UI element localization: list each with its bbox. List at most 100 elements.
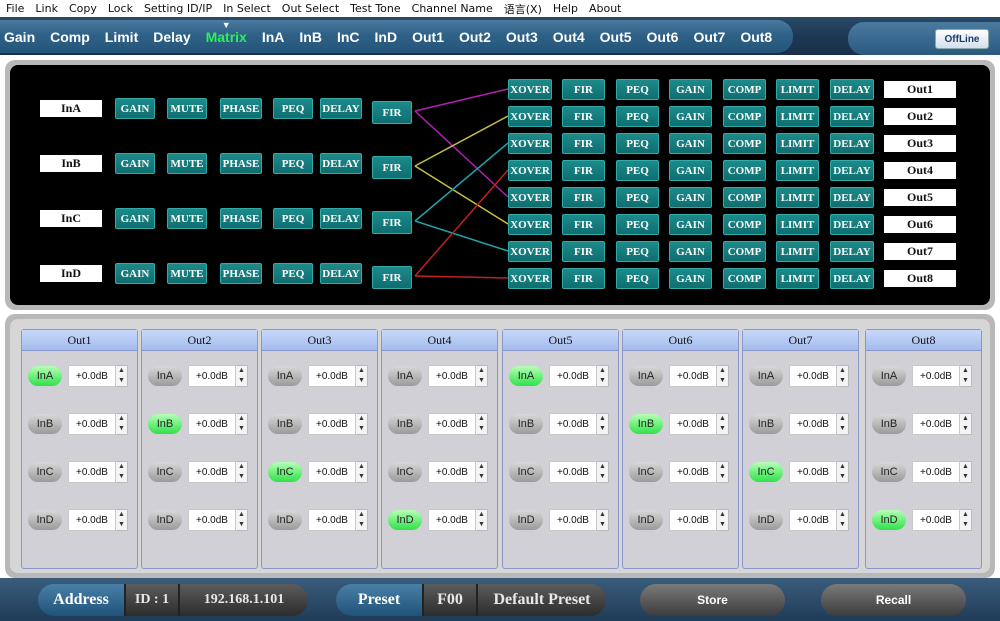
- output-out1-gain-block[interactable]: GAIN: [669, 79, 712, 100]
- route-toggle-ina[interactable]: InA: [872, 366, 906, 386]
- route-toggle-inc[interactable]: InC: [872, 462, 906, 482]
- gain-field[interactable]: +0.0dB: [68, 413, 116, 435]
- gain-field[interactable]: +0.0dB: [428, 365, 476, 387]
- gain-field[interactable]: +0.0dB: [308, 413, 356, 435]
- spinner-up-icon[interactable]: ▲: [960, 510, 971, 520]
- spinner-down-icon[interactable]: ▼: [476, 376, 487, 386]
- spinner-up-icon[interactable]: ▲: [960, 414, 971, 424]
- tab-limit[interactable]: Limit: [105, 29, 138, 45]
- gain-spinner[interactable]: ▲ ▼: [837, 461, 849, 483]
- gain-field[interactable]: +0.0dB: [428, 509, 476, 531]
- spinner-down-icon[interactable]: ▼: [356, 376, 367, 386]
- spinner-up-icon[interactable]: ▲: [597, 510, 608, 520]
- output-out1-xover-block[interactable]: XOVER: [508, 79, 552, 100]
- gain-spinner[interactable]: ▲ ▼: [960, 461, 972, 483]
- tab-inb[interactable]: InB: [299, 29, 322, 45]
- gain-spinner[interactable]: ▲ ▼: [236, 509, 248, 531]
- spinner-up-icon[interactable]: ▲: [837, 414, 848, 424]
- output-out5-gain-block[interactable]: GAIN: [669, 187, 712, 208]
- input-ina-phase-block[interactable]: PHASE: [220, 98, 262, 119]
- route-toggle-inc[interactable]: InC: [268, 462, 302, 482]
- menu-item-lock[interactable]: Lock: [102, 2, 138, 15]
- spinner-down-icon[interactable]: ▼: [597, 424, 608, 434]
- gain-spinner[interactable]: ▲ ▼: [116, 461, 128, 483]
- gain-spinner[interactable]: ▲ ▼: [597, 413, 609, 435]
- input-ina-fir-block[interactable]: FIR: [372, 101, 412, 124]
- output-out1-limit-block[interactable]: LIMIT: [776, 79, 819, 100]
- output-out8-comp-block[interactable]: COMP: [723, 268, 766, 289]
- spinner-down-icon[interactable]: ▼: [116, 520, 127, 530]
- route-toggle-ind[interactable]: InD: [268, 510, 302, 530]
- tab-ind[interactable]: InD: [375, 29, 398, 45]
- tab-out3[interactable]: Out3: [506, 29, 538, 45]
- output-out6-fir-block[interactable]: FIR: [562, 214, 605, 235]
- gain-spinner[interactable]: ▲ ▼: [236, 413, 248, 435]
- input-inb-delay-block[interactable]: DELAY: [320, 153, 362, 174]
- spinner-up-icon[interactable]: ▲: [116, 510, 127, 520]
- spinner-up-icon[interactable]: ▲: [960, 366, 971, 376]
- input-inb-mute-block[interactable]: MUTE: [167, 153, 207, 174]
- output-out2-comp-block[interactable]: COMP: [723, 106, 766, 127]
- output-out7-peq-block[interactable]: PEQ: [616, 241, 659, 262]
- tab-out5[interactable]: Out5: [600, 29, 632, 45]
- spinner-up-icon[interactable]: ▲: [837, 462, 848, 472]
- output-out8-fir-block[interactable]: FIR: [562, 268, 605, 289]
- input-ind-fir-block[interactable]: FIR: [372, 266, 412, 289]
- spinner-down-icon[interactable]: ▼: [717, 520, 728, 530]
- spinner-down-icon[interactable]: ▼: [476, 520, 487, 530]
- gain-spinner[interactable]: ▲ ▼: [476, 461, 488, 483]
- gain-field[interactable]: +0.0dB: [789, 365, 837, 387]
- route-toggle-ind[interactable]: InD: [388, 510, 422, 530]
- gain-spinner[interactable]: ▲ ▼: [960, 365, 972, 387]
- route-toggle-inc[interactable]: InC: [28, 462, 62, 482]
- output-out3-comp-block[interactable]: COMP: [723, 133, 766, 154]
- spinner-up-icon[interactable]: ▲: [837, 366, 848, 376]
- input-ina-gain-block[interactable]: GAIN: [115, 98, 155, 119]
- output-out7-delay-block[interactable]: DELAY: [830, 241, 874, 262]
- output-out8-peq-block[interactable]: PEQ: [616, 268, 659, 289]
- gain-spinner[interactable]: ▲ ▼: [356, 509, 368, 531]
- route-toggle-ina[interactable]: InA: [388, 366, 422, 386]
- spinner-up-icon[interactable]: ▲: [717, 366, 728, 376]
- spinner-up-icon[interactable]: ▲: [116, 414, 127, 424]
- output-out3-xover-block[interactable]: XOVER: [508, 133, 552, 154]
- route-toggle-ina[interactable]: InA: [629, 366, 663, 386]
- spinner-up-icon[interactable]: ▲: [476, 462, 487, 472]
- route-toggle-ind[interactable]: InD: [148, 510, 182, 530]
- input-ind-phase-block[interactable]: PHASE: [220, 263, 262, 284]
- gain-field[interactable]: +0.0dB: [669, 461, 717, 483]
- input-ina-delay-block[interactable]: DELAY: [320, 98, 362, 119]
- output-out4-limit-block[interactable]: LIMIT: [776, 160, 819, 181]
- gain-spinner[interactable]: ▲ ▼: [356, 365, 368, 387]
- output-out8-xover-block[interactable]: XOVER: [508, 268, 552, 289]
- input-ind-delay-block[interactable]: DELAY: [320, 263, 362, 284]
- output-out1-comp-block[interactable]: COMP: [723, 79, 766, 100]
- menu-item-channel-name[interactable]: Channel Name: [406, 2, 498, 15]
- output-out1-peq-block[interactable]: PEQ: [616, 79, 659, 100]
- output-out1-fir-block[interactable]: FIR: [562, 79, 605, 100]
- spinner-up-icon[interactable]: ▲: [717, 414, 728, 424]
- spinner-down-icon[interactable]: ▼: [597, 376, 608, 386]
- spinner-up-icon[interactable]: ▲: [236, 462, 247, 472]
- gain-field[interactable]: +0.0dB: [549, 461, 597, 483]
- spinner-up-icon[interactable]: ▲: [236, 414, 247, 424]
- gain-field[interactable]: +0.0dB: [188, 509, 236, 531]
- output-out4-peq-block[interactable]: PEQ: [616, 160, 659, 181]
- gain-field[interactable]: +0.0dB: [912, 509, 960, 531]
- spinner-down-icon[interactable]: ▼: [236, 376, 247, 386]
- input-inc-gain-block[interactable]: GAIN: [115, 208, 155, 229]
- output-out3-limit-block[interactable]: LIMIT: [776, 133, 819, 154]
- gain-field[interactable]: +0.0dB: [912, 365, 960, 387]
- route-toggle-ind[interactable]: InD: [629, 510, 663, 530]
- spinner-up-icon[interactable]: ▲: [116, 462, 127, 472]
- spinner-down-icon[interactable]: ▼: [597, 520, 608, 530]
- spinner-up-icon[interactable]: ▲: [116, 366, 127, 376]
- output-out7-comp-block[interactable]: COMP: [723, 241, 766, 262]
- output-out7-gain-block[interactable]: GAIN: [669, 241, 712, 262]
- output-out8-limit-block[interactable]: LIMIT: [776, 268, 819, 289]
- tab-out8[interactable]: Out8: [740, 29, 772, 45]
- menu-item-about[interactable]: About: [583, 2, 627, 15]
- gain-spinner[interactable]: ▲ ▼: [116, 413, 128, 435]
- gain-spinner[interactable]: ▲ ▼: [356, 461, 368, 483]
- gain-field[interactable]: +0.0dB: [308, 365, 356, 387]
